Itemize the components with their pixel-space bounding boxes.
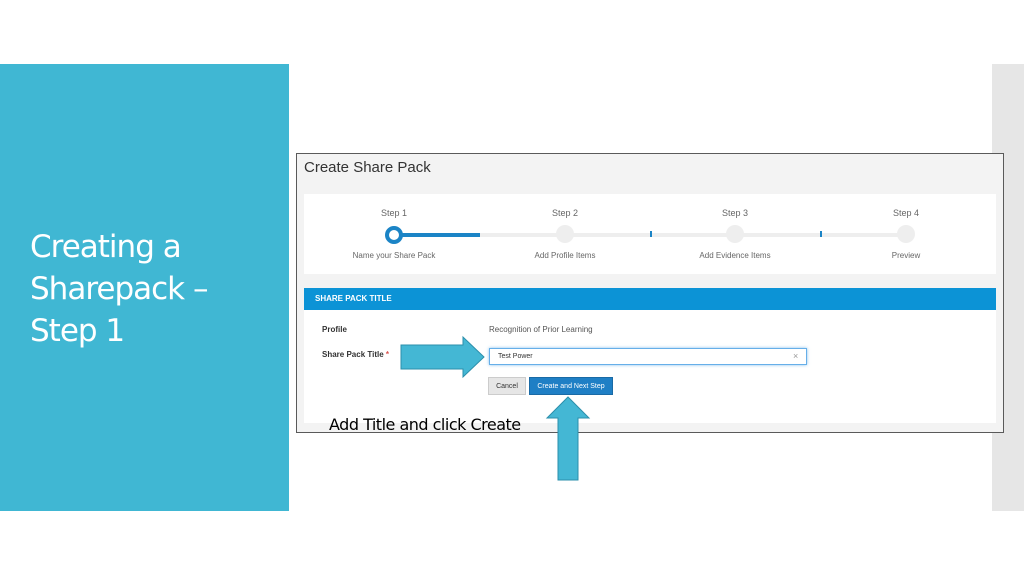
arrow-up-icon [545,396,591,481]
arrow-right-icon [400,335,485,379]
instruction-caption: Add Title and click Create [329,415,521,434]
annotation-arrows [400,335,591,481]
